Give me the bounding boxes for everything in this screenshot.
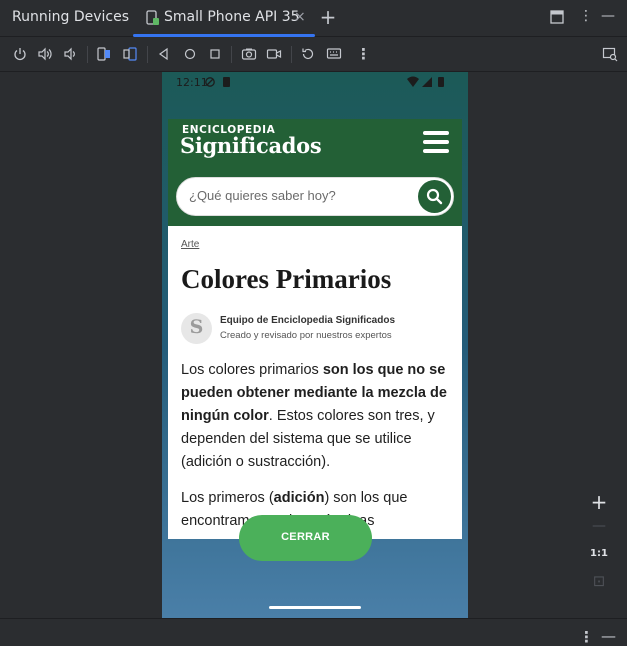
toolbar-more-icon[interactable]: ⋮ xyxy=(356,45,371,63)
zoom-fit-button[interactable]: ⊡ xyxy=(587,572,611,590)
toolbar-separator xyxy=(87,46,88,63)
rotate-left-icon[interactable] xyxy=(96,46,112,62)
panel-title: Running Devices xyxy=(12,9,129,25)
toolbar-separator xyxy=(291,46,292,63)
status-notification-icons xyxy=(205,77,230,87)
search-box xyxy=(176,177,454,216)
toolbar-separator xyxy=(147,46,148,63)
search-input[interactable] xyxy=(189,188,409,203)
status-time: 12:11 xyxy=(176,76,208,89)
home-icon[interactable] xyxy=(182,46,198,62)
keyboard-icon[interactable] xyxy=(326,46,342,62)
camera-icon[interactable] xyxy=(241,46,257,62)
device-screen[interactable]: 12:11 ENCICLOPEDIA Significados ¿Qué qui… xyxy=(162,72,468,618)
device-icon xyxy=(146,10,159,25)
search-button[interactable] xyxy=(418,180,451,213)
page-title: Colores Primarios xyxy=(181,264,392,294)
hamburger-menu-icon[interactable] xyxy=(423,131,449,155)
paragraph-1: Los colores primarios son los que no se … xyxy=(181,362,447,470)
status-bar: 12:11 xyxy=(162,72,468,94)
back-icon[interactable] xyxy=(156,46,172,62)
overview-icon[interactable] xyxy=(207,46,223,62)
zoom-in-button[interactable]: + xyxy=(587,490,611,514)
volume-down-icon[interactable] xyxy=(62,46,78,62)
device-mirroring-icon[interactable] xyxy=(602,46,618,62)
bottom-minimize-icon[interactable]: — xyxy=(601,627,616,645)
zoom-out-button[interactable]: — xyxy=(587,518,611,534)
reset-icon[interactable] xyxy=(300,46,316,62)
video-icon[interactable] xyxy=(266,46,282,62)
bottom-bar: ⋮ — xyxy=(0,618,627,646)
status-signal-icons xyxy=(407,76,444,87)
add-tab-button[interactable]: + xyxy=(318,5,338,29)
close-button[interactable]: CERRAR xyxy=(239,515,372,561)
bottom-more-icon[interactable]: ⋮ xyxy=(579,628,594,646)
tab-close-icon[interactable]: × xyxy=(294,9,306,25)
article: Arte Colores Primarios S Equipo de Encic… xyxy=(168,226,462,539)
breadcrumb[interactable]: Arte xyxy=(181,239,199,250)
power-icon[interactable] xyxy=(12,46,28,62)
minimize-icon[interactable]: — xyxy=(601,8,615,24)
layout-icon[interactable] xyxy=(550,10,564,24)
avatar-letter: S xyxy=(189,316,204,338)
logo-main[interactable]: Significados xyxy=(180,133,322,158)
tab-bar: Running Devices Small Phone API 35 × + ⋮… xyxy=(0,0,627,37)
toolbar-separator xyxy=(231,46,232,63)
close-button-label: CERRAR xyxy=(281,531,330,543)
author-subtitle: Creado y revisado por nuestros expertos xyxy=(220,330,392,341)
rotate-right-icon[interactable] xyxy=(122,46,138,62)
search-icon xyxy=(426,188,443,205)
zoom-controls: + — 1:1 ⊡ xyxy=(587,490,611,598)
device-toolbar: ⋮ xyxy=(0,37,627,72)
site-header: ENCICLOPEDIA Significados xyxy=(168,119,462,226)
tab-label: Small Phone API 35 xyxy=(164,9,300,25)
more-options-icon[interactable]: ⋮ xyxy=(579,8,593,24)
zoom-actual-size-button[interactable]: 1:1 xyxy=(587,548,611,559)
author-name: Equipo de Enciclopedia Significados xyxy=(220,315,396,326)
gesture-home-bar[interactable] xyxy=(269,606,361,609)
avatar: S xyxy=(181,313,212,344)
volume-up-icon[interactable] xyxy=(37,46,53,62)
tab-small-phone[interactable]: Small Phone API 35 × xyxy=(133,0,315,37)
